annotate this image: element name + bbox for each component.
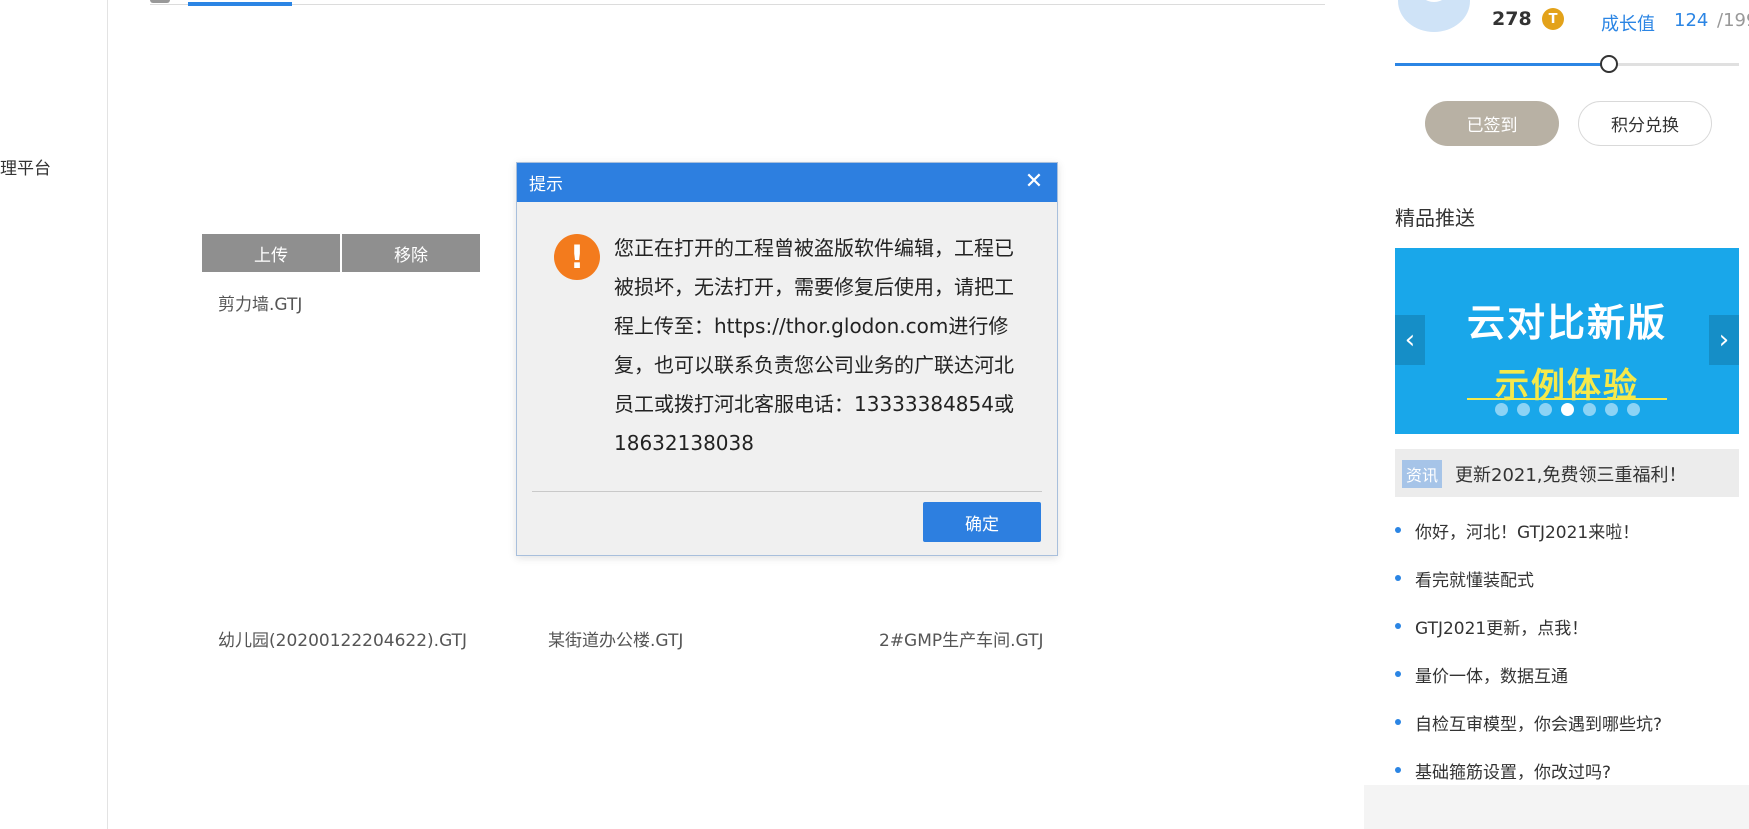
carousel-dot[interactable] bbox=[1626, 403, 1640, 416]
bullet-icon bbox=[1395, 527, 1401, 533]
news-item[interactable]: 自检互审模型，你会遇到哪些坑? bbox=[1395, 698, 1739, 746]
news-item-label: 自检互审模型，你会遇到哪些坑? bbox=[1415, 714, 1663, 735]
news-item[interactable]: 你好，河北！GTJ2021来啦！ bbox=[1395, 506, 1739, 554]
close-icon[interactable]: ✕ bbox=[1021, 169, 1047, 195]
growth-total: /199 bbox=[1717, 10, 1749, 31]
chevron-left-icon[interactable]: ‹ bbox=[1395, 315, 1425, 365]
growth-value: 124 bbox=[1674, 10, 1709, 31]
bullet-icon bbox=[1395, 671, 1401, 677]
bullet-icon bbox=[1395, 575, 1401, 581]
bullet-icon bbox=[1395, 623, 1401, 629]
news-item[interactable]: 量价一体，数据互通 bbox=[1395, 650, 1739, 698]
carousel-dot[interactable] bbox=[1494, 403, 1508, 416]
featured-section-title: 精品推送 bbox=[1395, 206, 1475, 230]
remove-button[interactable]: 移除 bbox=[340, 234, 480, 272]
dialog-title-bar: 提示 ✕ bbox=[517, 163, 1057, 202]
news-item[interactable]: 看完就懂装配式 bbox=[1395, 554, 1739, 602]
file-item-office-building[interactable]: 某街道办公楼.GTJ bbox=[548, 626, 683, 651]
left-nav: 理平台 bbox=[0, 0, 108, 829]
news-item-label: 看完就懂装配式 bbox=[1415, 570, 1534, 591]
growth-progress-knob[interactable] bbox=[1600, 55, 1619, 73]
carousel-dot[interactable] bbox=[1604, 403, 1618, 416]
news-headline-box[interactable]: 资讯 更新2021,免费领三重福利！ bbox=[1395, 449, 1739, 497]
app-root: 理平台 上传 移除 剪力墙.GTJ 幼儿园(20200122204622).GT… bbox=[0, 0, 1749, 829]
file-item-kindergarten[interactable]: 幼儿园(20200122204622).GTJ bbox=[218, 626, 467, 651]
file-item-shear-wall[interactable]: 剪力墙.GTJ bbox=[218, 290, 302, 315]
carousel-dot[interactable] bbox=[1560, 403, 1574, 416]
dialog-title: 提示 bbox=[529, 175, 563, 195]
dialog-divider bbox=[532, 491, 1042, 492]
carousel-dot[interactable] bbox=[1538, 403, 1552, 416]
banner-main-text: 云对比新版 bbox=[1466, 301, 1667, 345]
news-item[interactable]: 基础箍筋设置，你改过吗? bbox=[1395, 746, 1739, 794]
file-item-gmp-workshop[interactable]: 2#GMP生产车间.GTJ bbox=[879, 626, 1044, 651]
news-headline[interactable]: 更新2021,免费领三重福利！ bbox=[1455, 461, 1687, 487]
right-panel: 278 T 成长值 124 /199 已签到 积分兑换 精品推送 云对比新版 示… bbox=[1364, 0, 1749, 829]
dialog-message: 您正在打开的工程曾被盗版软件编辑，工程已被损坏，无法打开，需要修复后使用，请把工… bbox=[614, 236, 1014, 455]
warning-icon: ! bbox=[554, 234, 600, 280]
banner-pagination bbox=[1395, 403, 1739, 416]
tab-active-indicator[interactable] bbox=[188, 2, 292, 6]
points-value: 278 bbox=[1492, 8, 1532, 30]
bullet-icon bbox=[1395, 719, 1401, 725]
growth-label[interactable]: 成长值 bbox=[1601, 10, 1655, 36]
carousel-dot[interactable] bbox=[1516, 403, 1530, 416]
right-card: 278 T 成长值 124 /199 已签到 积分兑换 精品推送 云对比新版 示… bbox=[1364, 0, 1749, 785]
news-tag: 资讯 bbox=[1402, 460, 1443, 488]
banner-underline bbox=[1467, 398, 1667, 400]
signed-in-button[interactable]: 已签到 bbox=[1425, 101, 1559, 146]
news-item-label: 你好，河北！GTJ2021来啦！ bbox=[1415, 522, 1640, 543]
news-item-label: 基础箍筋设置，你改过吗? bbox=[1415, 762, 1612, 783]
news-item-label: 量价一体，数据互通 bbox=[1415, 666, 1568, 687]
chevron-right-icon[interactable]: › bbox=[1709, 315, 1739, 365]
file-action-bar: 上传 移除 bbox=[202, 234, 480, 272]
points-exchange-button[interactable]: 积分兑换 bbox=[1578, 101, 1712, 146]
coin-icon: T bbox=[1542, 8, 1564, 30]
growth-progress-track bbox=[1395, 55, 1739, 73]
ok-button[interactable]: 确定 bbox=[923, 502, 1041, 542]
bullet-icon bbox=[1395, 767, 1401, 773]
avatar[interactable] bbox=[1398, 0, 1470, 32]
news-item[interactable]: GTJ2021更新，点我！ bbox=[1395, 602, 1739, 650]
news-item-label: GTJ2021更新，点我！ bbox=[1415, 618, 1589, 639]
warning-dialog: 提示 ✕ ! 您正在打开的工程曾被盗版软件编辑，工程已被损坏，无法打开，需要修复… bbox=[516, 162, 1058, 556]
tab-divider bbox=[150, 4, 1325, 5]
news-list: 你好，河北！GTJ2021来啦！ 看完就懂装配式 GTJ2021更新，点我！ 量… bbox=[1395, 506, 1739, 794]
left-nav-item-platform[interactable]: 理平台 bbox=[0, 154, 51, 179]
upload-button[interactable]: 上传 bbox=[202, 234, 340, 272]
growth-progress-fill bbox=[1395, 63, 1610, 66]
carousel-dot[interactable] bbox=[1582, 403, 1596, 416]
tab-indicator-stub bbox=[150, 0, 170, 3]
featured-banner[interactable]: 云对比新版 示例体验 ‹ › bbox=[1395, 248, 1739, 434]
